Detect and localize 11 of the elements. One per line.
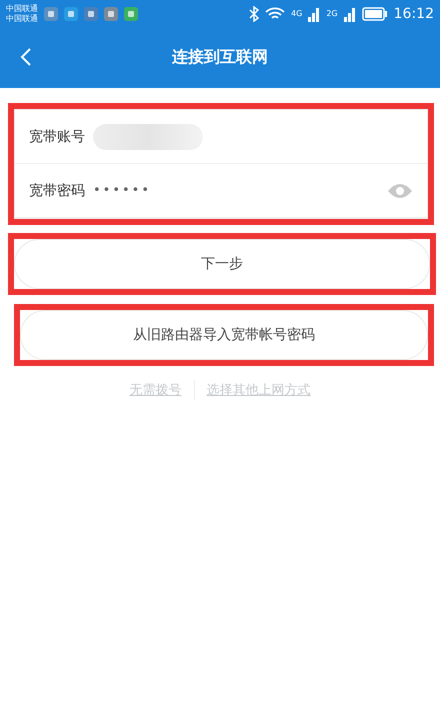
password-field[interactable]: •••••• — [93, 183, 379, 198]
network-type: 2G — [326, 8, 338, 18]
import-button[interactable]: 从旧路由器导入宽带帐号密码 — [20, 310, 428, 360]
clock-time: 16:12 — [394, 6, 434, 22]
carrier-name: 中国联通 — [6, 14, 38, 24]
page-title: 连接到互联网 — [172, 47, 268, 68]
carrier-name: 中国联通 — [6, 4, 38, 14]
network-type: 4G — [291, 8, 302, 18]
next-button[interactable]: 下一步 — [14, 239, 430, 289]
field-label: 宽带密码 — [29, 182, 85, 200]
field-label: 宽带账号 — [29, 128, 85, 146]
